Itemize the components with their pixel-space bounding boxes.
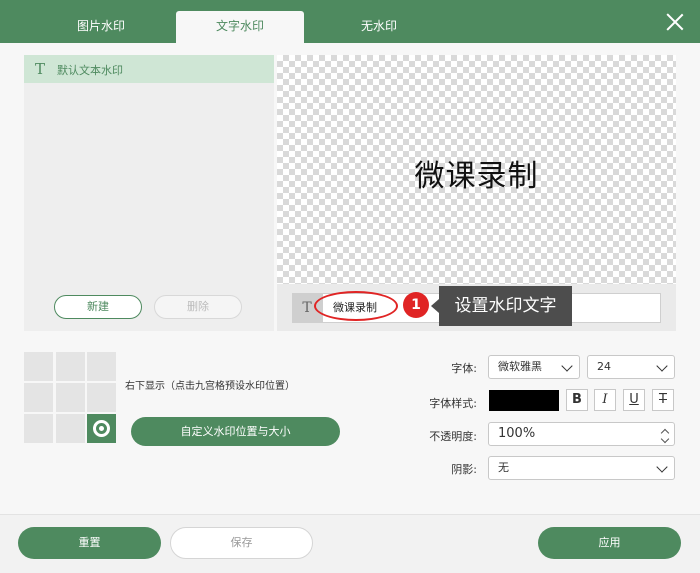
position-grid: [24, 352, 117, 443]
list-item-label: 默认文本水印: [57, 64, 123, 77]
watermark-list-panel: T 默认文本水印 新建 删除: [24, 55, 274, 331]
highlight-ellipse: [314, 291, 398, 321]
grid-cell-middle-right[interactable]: [87, 383, 116, 412]
font-label: 字体:: [451, 362, 477, 375]
font-size-select[interactable]: 24: [587, 355, 675, 379]
shadow-label: 阴影:: [451, 463, 477, 476]
opacity-value: 100%: [498, 426, 536, 441]
shadow-value: 无: [498, 461, 509, 474]
font-family-select[interactable]: 微软雅黑: [488, 355, 580, 379]
grid-cell-top-center[interactable]: [56, 352, 85, 381]
font-size-value: 24: [597, 360, 611, 373]
step-badge: 1: [403, 292, 429, 318]
delete-button[interactable]: 删除: [154, 295, 242, 319]
chevron-down-icon: [656, 461, 668, 473]
reset-button[interactable]: 重置: [18, 527, 161, 559]
chevron-down-icon[interactable]: [660, 434, 670, 444]
grid-cell-top-right[interactable]: [87, 352, 116, 381]
grid-cell-middle-left[interactable]: [24, 383, 53, 412]
grid-cell-top-left[interactable]: [24, 352, 53, 381]
list-item[interactable]: T 默认文本水印: [24, 55, 274, 83]
title-bar: 图片水印 文字水印 无水印: [0, 0, 700, 43]
new-button[interactable]: 新建: [54, 295, 142, 319]
italic-button[interactable]: I: [594, 389, 616, 411]
close-icon[interactable]: [666, 13, 684, 31]
text-icon: T: [35, 60, 46, 78]
font-family-value: 微软雅黑: [498, 360, 542, 373]
watermark-preview: 微课录制: [277, 55, 676, 284]
shadow-select[interactable]: 无: [488, 456, 675, 480]
apply-button[interactable]: 应用: [538, 527, 681, 559]
opacity-label: 不透明度:: [429, 430, 477, 443]
tab-image-watermark[interactable]: 图片水印: [37, 11, 165, 43]
grid-cell-bottom-center[interactable]: [56, 414, 85, 443]
preview-text: 微课录制: [414, 159, 539, 194]
chevron-down-icon: [561, 360, 573, 372]
tab-no-watermark[interactable]: 无水印: [315, 11, 443, 43]
grid-cell-bottom-left[interactable]: [24, 414, 53, 443]
opacity-stepper[interactable]: 100%: [488, 422, 675, 446]
custom-position-button[interactable]: 自定义水印位置与大小: [131, 417, 340, 446]
grid-cell-center[interactable]: [56, 383, 85, 412]
annotation-tooltip: 设置水印文字: [431, 286, 572, 326]
position-label: 右下显示（点击九宫格预设水印位置）: [125, 381, 295, 392]
strikethrough-button[interactable]: T: [652, 389, 674, 411]
font-color-swatch[interactable]: [489, 390, 559, 411]
bold-button[interactable]: B: [566, 389, 588, 411]
save-button[interactable]: 保存: [170, 527, 313, 559]
grid-cell-bottom-right[interactable]: [87, 414, 116, 443]
tab-text-watermark[interactable]: 文字水印: [176, 11, 304, 43]
font-style-label: 字体样式:: [429, 397, 477, 410]
underline-button[interactable]: U: [623, 389, 645, 411]
chevron-down-icon: [656, 360, 668, 372]
logo-icon: [93, 420, 110, 437]
